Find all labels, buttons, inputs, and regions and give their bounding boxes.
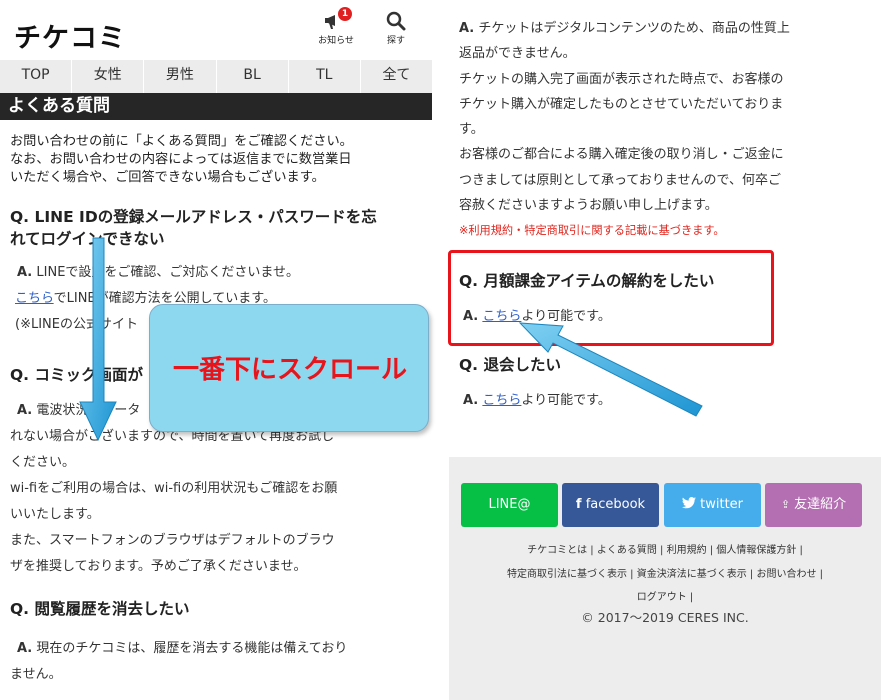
footer-link-payment[interactable]: 資金決済法に基づく表示 <box>637 569 747 580</box>
facebook-share-button[interactable]: f facebook <box>562 483 659 527</box>
twitter-share-button[interactable]: twitter <box>664 483 761 527</box>
intro-text: お問い合わせの前に「よくある質問」をご確認ください。 なお、お問い合わせの内容に… <box>10 134 353 185</box>
search-label: 探す <box>386 36 405 46</box>
faq-question-comic-screen: Q. コミック画面が <box>10 366 143 384</box>
copyright: © 2017〜2019 CERES INC. <box>581 610 749 625</box>
faq-answer-refund: A. チケットはデジタルコンテンツのため、商品の性質上 返品ができません。 チケ… <box>459 21 790 214</box>
footer-links-row-3: ログアウト | <box>636 592 694 603</box>
twitter-bird-icon <box>681 497 700 512</box>
site-footer: LINE@ f facebook twitter ⇪ 友達紹介 チケコミとは |… <box>449 457 881 700</box>
footer-link-contact[interactable]: お問い合わせ <box>756 569 816 580</box>
footer-links-row-2: 特定商取引法に基づく表示 | 資金決済法に基づく表示 | お問い合わせ | <box>506 569 824 580</box>
share-buttons: LINE@ f facebook twitter ⇪ 友達紹介 <box>461 483 863 527</box>
facebook-icon: f <box>575 497 582 512</box>
megaphone-icon: 1 <box>316 7 356 32</box>
footer-link-privacy[interactable]: 個人情報保護方針 <box>716 545 796 556</box>
faq-question-history: Q. 閲覧履歴を消去したい <box>10 600 190 618</box>
faq-answer-history: A. 現在のチケコミは、履歴を消去する機能は備えており ません。 <box>10 641 348 682</box>
footer-link-logout[interactable]: ログアウト <box>637 592 687 603</box>
tab-top[interactable]: TOP <box>0 60 73 93</box>
search-icon <box>376 10 416 32</box>
scroll-instruction-callout: 一番下にスクロール <box>149 304 429 432</box>
tab-male[interactable]: 男性 <box>144 60 217 93</box>
tab-all[interactable]: 全て <box>361 60 432 93</box>
footer-link-faq[interactable]: よくある質問 <box>597 545 657 556</box>
news-label: お知らせ <box>318 36 354 46</box>
news-badge: 1 <box>338 7 352 21</box>
highlight-box <box>448 250 774 346</box>
friend-invite-button[interactable]: ⇪ 友達紹介 <box>765 483 862 527</box>
faq-answer-withdraw: A. こちらより可能です。 <box>463 393 611 408</box>
page-title: よくある質問 <box>0 93 432 120</box>
share-icon: ⇪ <box>780 498 791 511</box>
faq-link-line-help[interactable]: こちら <box>15 291 54 306</box>
tab-bl[interactable]: BL <box>217 60 289 93</box>
withdraw-link[interactable]: こちら <box>482 393 521 408</box>
faq-question-withdraw: Q. 退会したい <box>459 356 561 374</box>
footer-links-row-1: チケコミとは | よくある質問 | 利用規約 | 個人情報保護方針 | <box>527 545 803 556</box>
callout-text: 一番下にスクロール <box>172 355 407 385</box>
category-nav: TOP 女性 男性 BL TL 全て <box>0 60 432 93</box>
footer-link-terms[interactable]: 利用規約 <box>667 545 707 556</box>
footer-link-about[interactable]: チケコミとは <box>527 545 587 556</box>
faq-question-line-login: Q. LINE IDの登録メールアドレス・パスワードを忘 れてログインできない <box>10 208 377 248</box>
site-header: チケコミ 1 お知らせ 探す <box>0 0 432 60</box>
news-button[interactable]: 1 お知らせ <box>316 7 356 46</box>
tab-female[interactable]: 女性 <box>72 60 145 93</box>
search-button[interactable]: 探す <box>376 10 416 46</box>
tab-tl[interactable]: TL <box>289 60 361 93</box>
terms-note: ※利用規約・特定商取引に関する記載に基づきます。 <box>459 224 725 237</box>
line-share-button[interactable]: LINE@ <box>461 483 558 527</box>
site-logo[interactable]: チケコミ <box>14 16 126 55</box>
footer-link-tokusho[interactable]: 特定商取引法に基づく表示 <box>507 569 627 580</box>
